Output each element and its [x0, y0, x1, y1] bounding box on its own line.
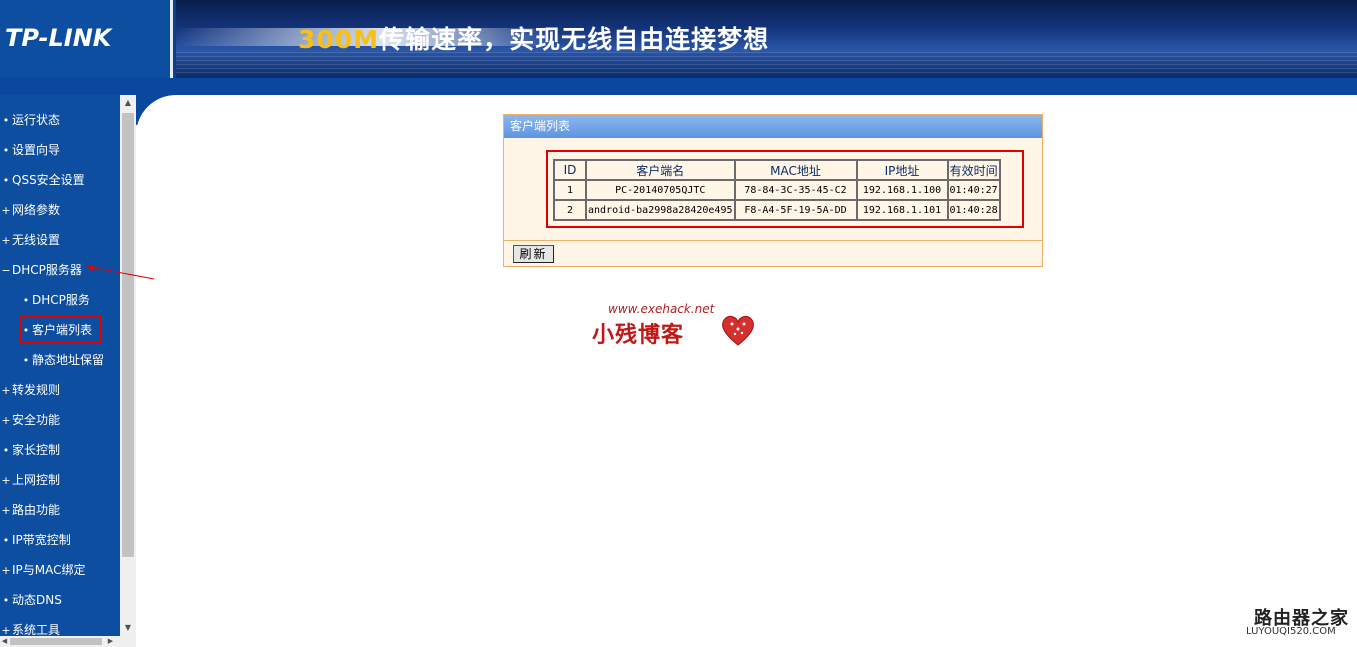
bullet-icon: •	[2, 444, 10, 457]
expand-icon: +	[1, 234, 11, 247]
sidebar-menu: • 运行状态 • 设置向导 • QSS安全设置 +网络参数 +无线设置 −DHCP服务…	[0, 95, 120, 647]
sidebar-item-dhcp-service[interactable]: • DHCP服务	[0, 289, 120, 311]
table-header-row: ID 客户端名 MAC地址 IP地址 有效时间	[553, 159, 1001, 181]
active-item-highlight	[20, 315, 102, 343]
client-table: ID 客户端名 MAC地址 IP地址 有效时间 1 PC-20140705QJT…	[553, 159, 1001, 221]
sidebar-item-network[interactable]: +网络参数	[0, 199, 120, 221]
slogan-highlight: 300M	[298, 25, 380, 54]
expand-icon: +	[1, 504, 11, 517]
collapse-icon: −	[1, 264, 11, 277]
sidebar-item-security[interactable]: +安全功能	[0, 409, 120, 431]
panel-divider	[504, 240, 1042, 241]
table-row: 2 android-ba2998a28420e495 F8-A4-5F-19-5…	[553, 199, 1001, 221]
cell-mac: 78-84-3C-35-45-C2	[733, 179, 858, 201]
sidebar-item-label: 转发规则	[12, 383, 61, 397]
scroll-up-icon[interactable]: ▲	[120, 95, 136, 111]
sidebar-item-label: 设置向导	[12, 143, 61, 157]
sidebar-item-bandwidth[interactable]: • IP带宽控制	[0, 529, 120, 551]
scroll-thumb[interactable]	[122, 113, 134, 557]
bullet-icon: •	[2, 534, 10, 547]
heart-icon	[722, 315, 754, 346]
sidebar-item-label: IP与MAC绑定	[12, 563, 86, 577]
sidebar-horizontal-scrollbar[interactable]: ◀ ▶	[0, 636, 136, 647]
column-header-lease-time: 有效时间	[946, 159, 1001, 181]
sidebar-item-access-control[interactable]: +上网控制	[0, 469, 120, 491]
sidebar-item-label: 运行状态	[12, 113, 61, 127]
watermark-url: www.exehack.net	[608, 302, 715, 316]
cell-id: 1	[553, 179, 587, 201]
bullet-icon: •	[2, 114, 10, 127]
bullet-icon: •	[22, 354, 30, 367]
sidebar-item-label: 安全功能	[12, 413, 61, 427]
cell-lease-time: 01:40:28	[946, 199, 1001, 221]
cell-mac: F8-A4-5F-19-5A-DD	[733, 199, 858, 221]
sidebar-item-label: DHCP服务	[32, 293, 90, 307]
sidebar-item-parental[interactable]: • 家长控制	[0, 439, 120, 461]
expand-icon: +	[1, 474, 11, 487]
sidebar-item-status[interactable]: • 运行状态	[0, 109, 120, 131]
cell-client-name: android-ba2998a28420e495	[585, 199, 736, 221]
sidebar-item-label: QSS安全设置	[12, 173, 85, 187]
sidebar-item-label: 动态DNS	[12, 593, 62, 607]
sidebar-item-ip-mac-binding[interactable]: +IP与MAC绑定	[0, 559, 120, 581]
logo-area: TP-LINK	[0, 0, 173, 78]
panel-title: 客户端列表	[504, 115, 1042, 138]
bullet-icon: •	[2, 594, 10, 607]
sidebar-item-qss[interactable]: • QSS安全设置	[0, 169, 120, 191]
table-row: 1 PC-20140705QJTC 78-84-3C-35-45-C2 192.…	[553, 179, 1001, 201]
corner-logo-url: LUYOUQI520.COM	[1246, 626, 1336, 637]
scroll-left-icon[interactable]: ◀	[0, 636, 9, 647]
cell-ip: 192.168.1.100	[855, 179, 949, 201]
sidebar-item-label: 上网控制	[12, 473, 61, 487]
slogan-text: 传输速率，实现无线自由连接梦想	[379, 25, 770, 54]
scroll-right-icon[interactable]: ▶	[106, 636, 115, 647]
column-header-id: ID	[553, 159, 587, 181]
sidebar-item-label: DHCP服务器	[12, 263, 82, 277]
sidebar-item-wizard[interactable]: • 设置向导	[0, 139, 120, 161]
sidebar-item-label: 网络参数	[12, 203, 61, 217]
sidebar-item-label: IP带宽控制	[12, 533, 71, 547]
cell-client-name: PC-20140705QJTC	[585, 179, 736, 201]
site-corner-logo: 路由器之家 LUYOUQI520.COM	[1238, 604, 1357, 644]
tp-link-logo: TP-LINK	[5, 24, 112, 52]
blog-watermark: www.exehack.net 小残博客	[592, 290, 762, 360]
sidebar-item-label: 路由功能	[12, 503, 61, 517]
scroll-down-icon[interactable]: ▼	[120, 620, 136, 636]
bullet-icon: •	[2, 144, 10, 157]
banner-slogan: 300M传输速率，实现无线自由连接梦想	[298, 20, 769, 56]
column-header-mac: MAC地址	[733, 159, 858, 181]
expand-icon: +	[1, 414, 11, 427]
sidebar-item-label: 静态地址保留	[32, 353, 105, 367]
sidebar-item-static-address[interactable]: • 静态地址保留	[0, 349, 120, 371]
sidebar-item-routing[interactable]: +路由功能	[0, 499, 120, 521]
cell-lease-time: 01:40:27	[946, 179, 1001, 201]
bullet-icon: •	[22, 294, 30, 307]
bullet-icon: •	[2, 174, 10, 187]
sidebar-item-label: 无线设置	[12, 233, 61, 247]
banner-image: 300M传输速率，实现无线自由连接梦想	[176, 0, 1357, 78]
header-banner: TP-LINK 300M传输速率，实现无线自由连接梦想	[0, 0, 1357, 78]
sidebar-item-label: 系统工具	[12, 623, 61, 637]
expand-icon: +	[1, 204, 11, 217]
hscroll-thumb[interactable]	[10, 638, 102, 645]
column-header-client-name: 客户端名	[585, 159, 736, 181]
cell-id: 2	[553, 199, 587, 221]
header-subbar	[0, 78, 1357, 95]
sidebar-item-forwarding[interactable]: +转发规则	[0, 379, 120, 401]
expand-icon: +	[1, 564, 11, 577]
cell-ip: 192.168.1.101	[855, 199, 949, 221]
sidebar-item-ddns[interactable]: • 动态DNS	[0, 589, 120, 611]
annotation-arrow-icon	[86, 265, 155, 280]
sidebar-scrollbar[interactable]: ▲ ▼	[120, 95, 136, 636]
client-list-panel: 客户端列表 ID 客户端名 MAC地址 IP地址 有效时间 1 PC-20140…	[503, 114, 1043, 267]
sidebar-item-label: 家长控制	[12, 443, 61, 457]
sidebar-item-wireless[interactable]: +无线设置	[0, 229, 120, 251]
refresh-button[interactable]: 刷新	[513, 245, 554, 263]
watermark-name: 小残博客	[592, 323, 685, 348]
expand-icon: +	[1, 384, 11, 397]
column-header-ip: IP地址	[855, 159, 949, 181]
